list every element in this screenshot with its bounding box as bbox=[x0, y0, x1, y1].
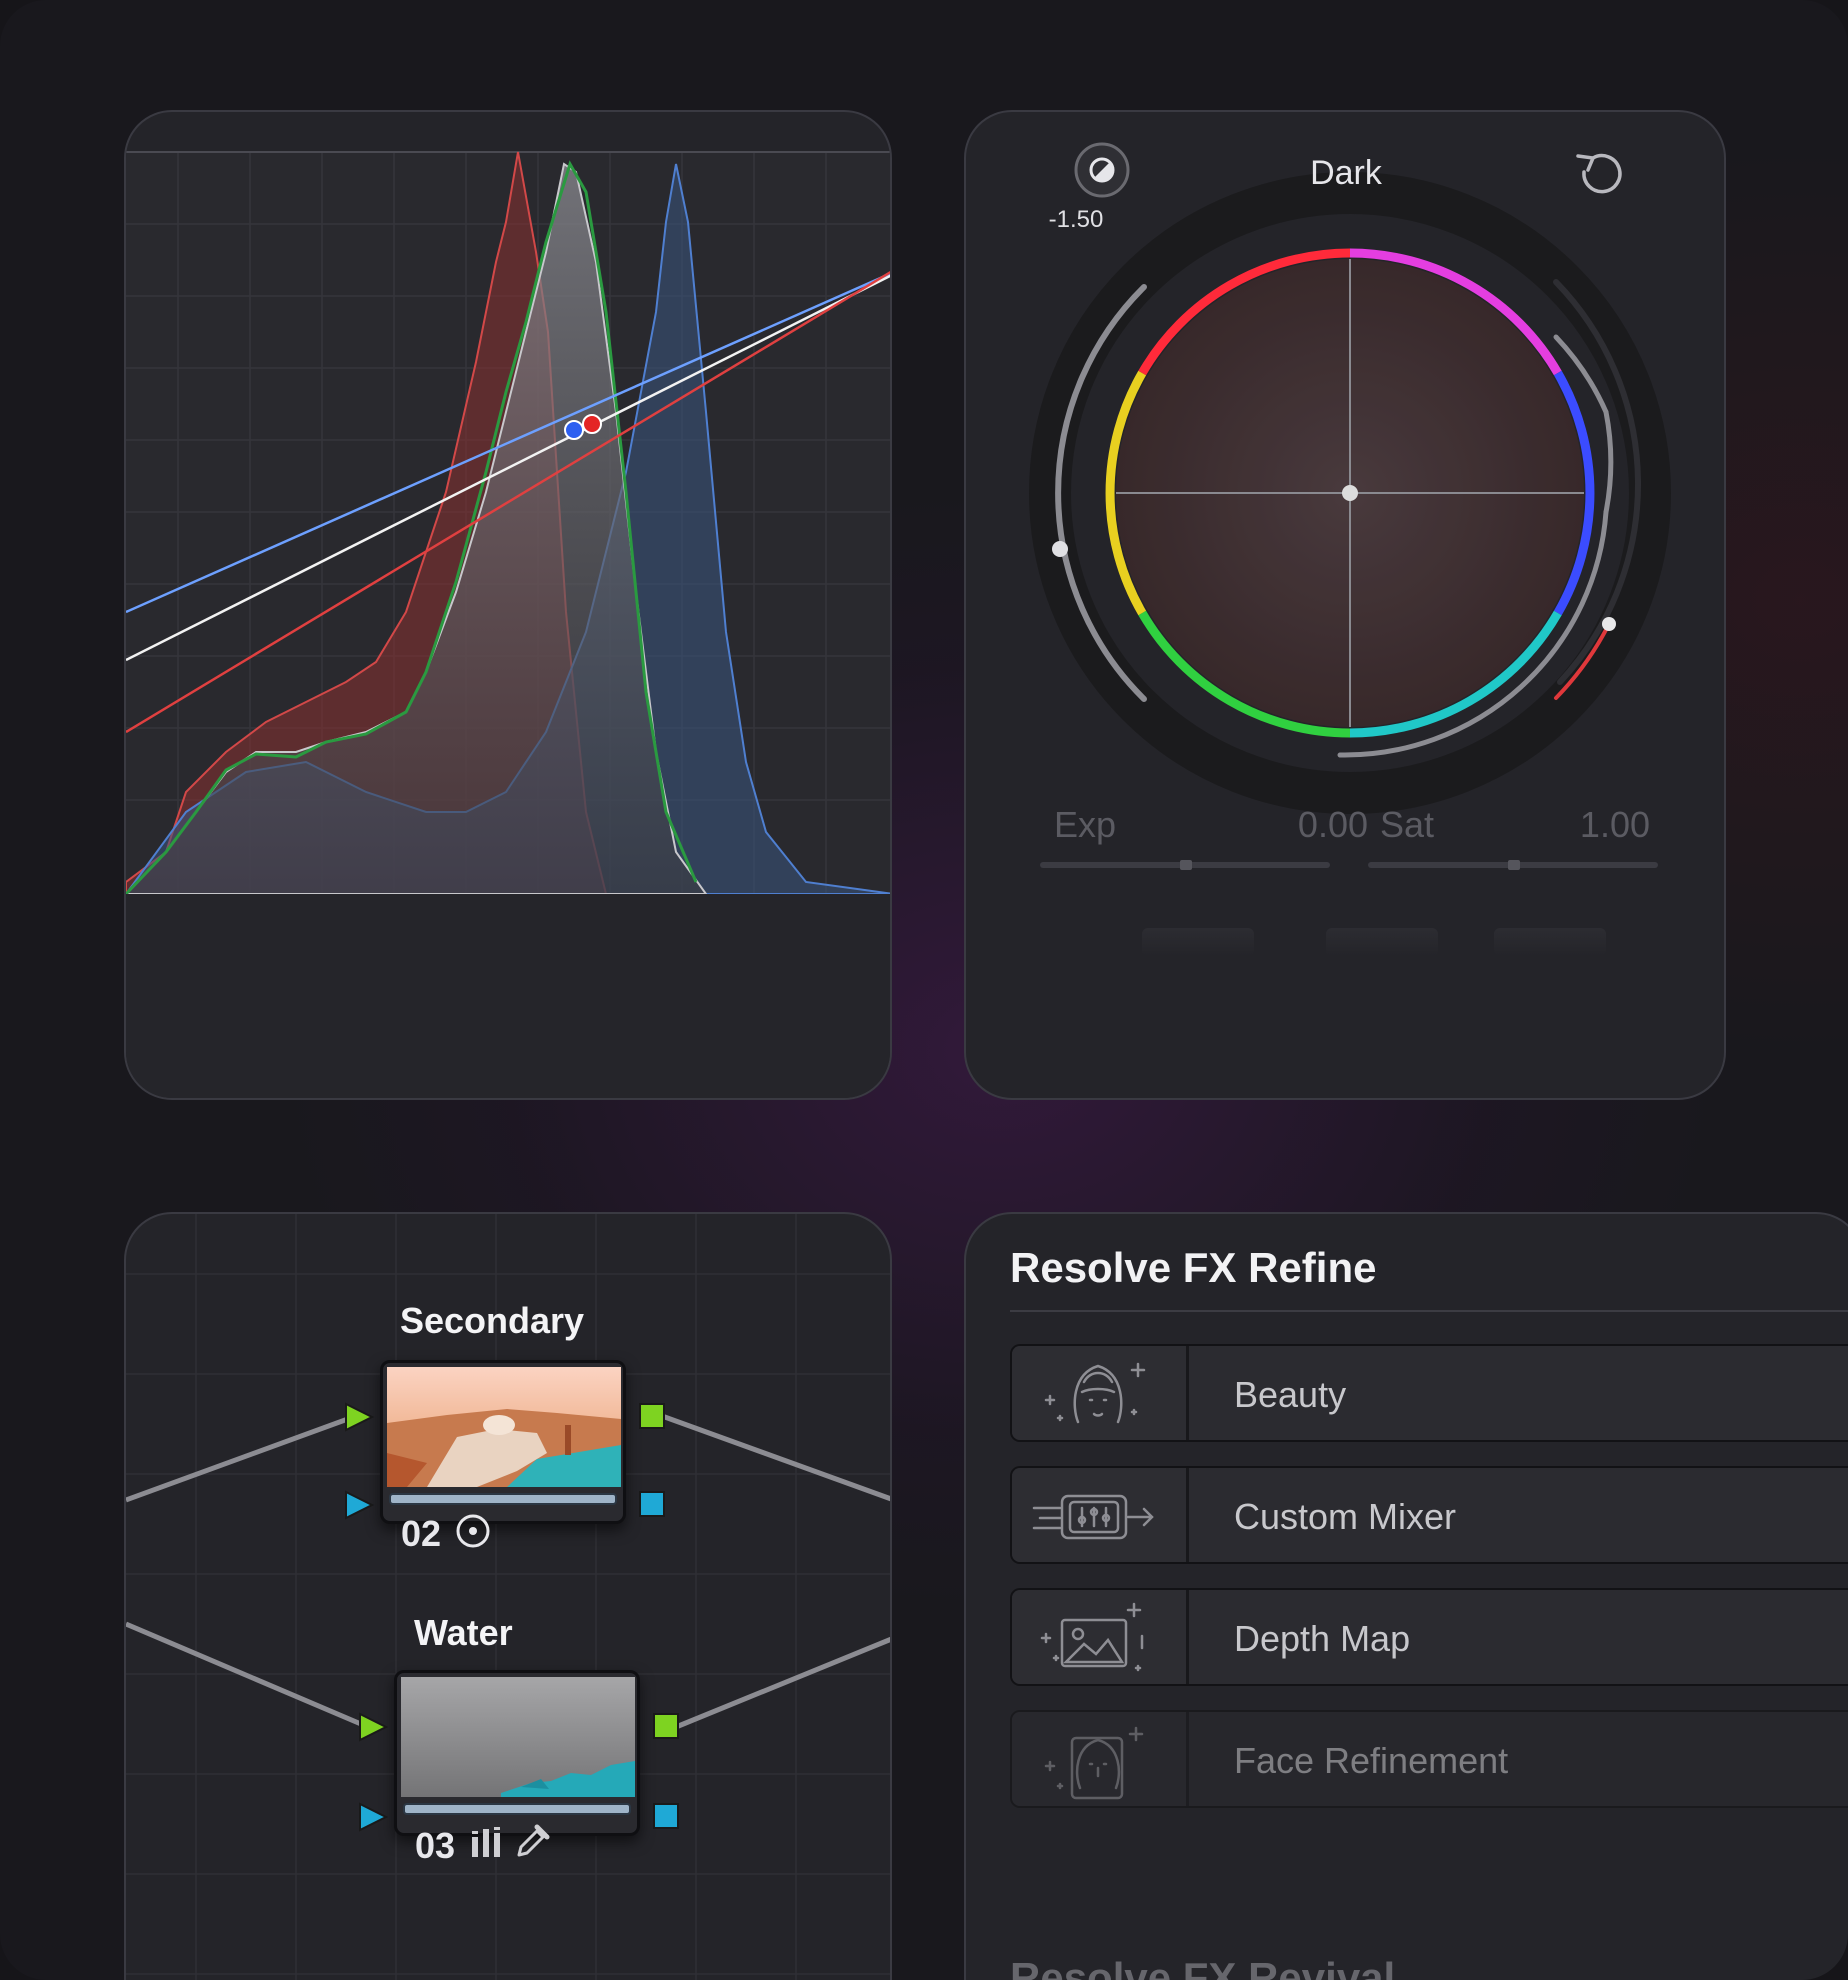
wheel-title: Dark bbox=[1310, 154, 1382, 192]
fx-item-label: Depth Map bbox=[1234, 1618, 1411, 1659]
face-refine-icon bbox=[1044, 1726, 1144, 1800]
node-03[interactable]: 03 bbox=[394, 1670, 640, 1866]
curves-graph[interactable] bbox=[126, 112, 892, 1100]
fx-next-section-title: Resolve FX Revival bbox=[1010, 1954, 1396, 1980]
rgb-input-port[interactable] bbox=[359, 1712, 389, 1742]
app-frame: Dark -1.50 Exp 0.00 Sat 1.00 Secondary 0… bbox=[0, 0, 1848, 1980]
resolve-fx-panel: Resolve FX Refine Beauty Custom Mixer De… bbox=[964, 1212, 1848, 1980]
faded-field-2 bbox=[1326, 928, 1438, 956]
wheel-center-handle[interactable] bbox=[1342, 485, 1358, 501]
connection-line bbox=[675, 1636, 890, 1730]
master-dial-icon[interactable] bbox=[1074, 142, 1130, 198]
fx-section-title: Resolve FX Refine bbox=[1010, 1244, 1377, 1291]
red-control-point[interactable] bbox=[582, 414, 602, 434]
node-02[interactable]: 02 bbox=[380, 1360, 626, 1554]
eyedropper-icon bbox=[517, 1824, 550, 1857]
sat-value[interactable]: 1.00 bbox=[1510, 804, 1650, 846]
node-graph-panel: Secondary 02 Water 03 bbox=[124, 1212, 892, 1980]
master-wheel-handle[interactable] bbox=[1052, 541, 1068, 557]
rgb-output-port[interactable] bbox=[653, 1713, 679, 1739]
target-icon bbox=[456, 1514, 490, 1548]
exp-value[interactable]: 0.00 bbox=[1228, 804, 1368, 846]
connection-line bbox=[126, 1621, 369, 1730]
fx-item-label: Custom Mixer bbox=[1234, 1496, 1457, 1537]
fx-item-face-refinement[interactable]: Face Refinement bbox=[1010, 1710, 1848, 1808]
fx-item-beauty[interactable]: Beauty bbox=[1010, 1344, 1848, 1442]
face-sparkle-icon bbox=[1044, 1362, 1146, 1424]
node-title-water: Water bbox=[414, 1612, 513, 1653]
exp-slider-handle[interactable] bbox=[1180, 860, 1192, 870]
master-value[interactable]: -1.50 bbox=[1026, 206, 1126, 234]
sat-label: Sat bbox=[1380, 804, 1435, 845]
fx-icon-box bbox=[1012, 1590, 1189, 1684]
key-output-port[interactable] bbox=[639, 1491, 665, 1517]
fx-divider bbox=[1010, 1310, 1848, 1312]
connection-line bbox=[126, 1413, 357, 1503]
rgb-output-port[interactable] bbox=[639, 1403, 665, 1429]
sat-slider-handle[interactable] bbox=[1508, 860, 1520, 870]
fx-icon-box bbox=[1012, 1712, 1189, 1806]
exp-label: Exp bbox=[1054, 804, 1117, 845]
offset-handle[interactable] bbox=[1602, 617, 1616, 631]
fx-item-label: Face Refinement bbox=[1234, 1740, 1509, 1781]
key-output-port[interactable] bbox=[653, 1803, 679, 1829]
fx-item-custom-mixer[interactable]: Custom Mixer bbox=[1010, 1466, 1848, 1564]
color-wheel-panel: Dark -1.50 Exp 0.00 Sat 1.00 bbox=[964, 110, 1726, 1100]
reset-icon[interactable] bbox=[1576, 153, 1622, 194]
key-input-port[interactable] bbox=[345, 1490, 375, 1520]
fx-item-depth-map[interactable]: Depth Map bbox=[1010, 1588, 1848, 1686]
faded-field-3 bbox=[1494, 928, 1606, 956]
node-progress-bar bbox=[403, 1803, 631, 1815]
bars-icon bbox=[472, 1827, 500, 1857]
node-number: 02 bbox=[401, 1513, 442, 1554]
depth-map-icon bbox=[1040, 1602, 1144, 1672]
curves-panel bbox=[124, 110, 892, 1100]
fx-icon-box bbox=[1012, 1346, 1189, 1440]
node-title-secondary: Secondary bbox=[400, 1300, 585, 1341]
node-thumbnail-water-mask bbox=[401, 1677, 635, 1797]
node-number: 03 bbox=[415, 1825, 456, 1866]
faded-field-1 bbox=[1142, 928, 1254, 956]
node-thumbnail-venice bbox=[387, 1367, 621, 1487]
key-input-port[interactable] bbox=[359, 1802, 389, 1832]
mixer-icon bbox=[1032, 1494, 1154, 1540]
fx-item-label: Beauty bbox=[1234, 1374, 1347, 1415]
fx-icon-box bbox=[1012, 1468, 1189, 1562]
blue-control-point[interactable] bbox=[564, 420, 584, 440]
node-progress-bar bbox=[389, 1493, 617, 1505]
rgb-input-port[interactable] bbox=[345, 1402, 375, 1432]
